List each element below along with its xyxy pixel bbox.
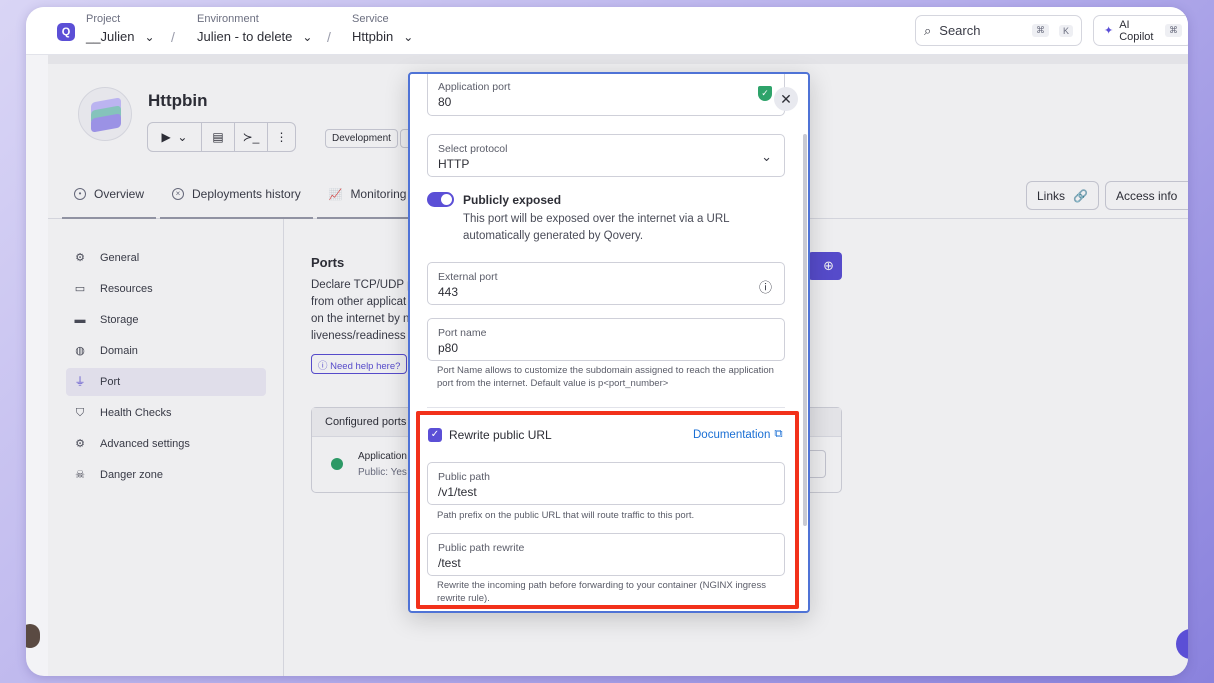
port-name-field[interactable]: Port name p80: [427, 318, 785, 361]
publicly-exposed-description: This port will be exposed over the inter…: [463, 213, 730, 242]
documentation-link[interactable]: Documentation ⧉: [693, 428, 783, 441]
sparkle-icon: ✦: [1104, 25, 1114, 37]
chevron-down-icon: ⌄: [403, 29, 414, 44]
breadcrumb-service[interactable]: Service Httpbin ⌄: [352, 13, 413, 44]
breadcrumb-environment[interactable]: Environment Julien - to delete ⌄: [197, 13, 312, 44]
modal-scrollbar[interactable]: [803, 134, 807, 526]
breadcrumb-project[interactable]: Project __Julien ⌄: [86, 13, 155, 44]
rewrite-public-url-label: Rewrite public URL: [449, 428, 552, 442]
user-avatar[interactable]: [26, 624, 40, 648]
publicly-exposed-toggle[interactable]: [427, 192, 454, 207]
shortcut-key: ⌘: [1165, 24, 1182, 37]
breadcrumb-separator: /: [171, 29, 175, 45]
external-link-icon: ⧉: [774, 428, 783, 440]
top-bar: Q Project __Julien ⌄ / Environment Julien…: [26, 7, 1188, 55]
public-path-field[interactable]: Public path /v1/test: [427, 462, 785, 505]
ai-copilot-button[interactable]: ✦ AI Copilot ⌘: [1093, 15, 1188, 46]
chevron-down-icon: ⌄: [761, 149, 772, 164]
close-icon[interactable]: ✕: [774, 87, 798, 111]
info-icon[interactable]: ⓘ: [759, 277, 772, 296]
qovery-logo-icon[interactable]: Q: [57, 23, 75, 41]
search-box[interactable]: ⌕ Search ⌘ K: [915, 15, 1082, 46]
port-name-hint: Port Name allows to customize the subdom…: [437, 365, 774, 389]
shortcut-key: K: [1058, 24, 1073, 37]
publicly-exposed-title: Publicly exposed: [463, 193, 562, 207]
public-path-rewrite-hint: Rewrite the incoming path before forward…: [437, 580, 766, 604]
edit-port-modal: Application port 80 ✓ ✕ Select protocol …: [408, 72, 810, 613]
public-path-hint: Path prefix on the public URL that will …: [437, 510, 695, 521]
shortcut-key: ⌘: [1031, 24, 1049, 37]
section-divider: [427, 407, 785, 408]
public-path-rewrite-field[interactable]: Public path rewrite /test: [427, 533, 785, 576]
rewrite-public-url-checkbox[interactable]: ✓: [428, 428, 442, 442]
chevron-down-icon: ⌄: [144, 29, 155, 44]
chevron-down-icon: ⌄: [302, 29, 313, 44]
application-port-field[interactable]: Application port 80 ✓: [427, 74, 785, 116]
search-icon: ⌕: [924, 22, 932, 38]
breadcrumb-separator: /: [327, 29, 331, 45]
protocol-select[interactable]: Select protocol HTTP ⌄: [427, 134, 785, 177]
external-port-field[interactable]: External port 443 ⓘ: [427, 262, 785, 305]
shield-check-icon: ✓: [758, 86, 772, 101]
